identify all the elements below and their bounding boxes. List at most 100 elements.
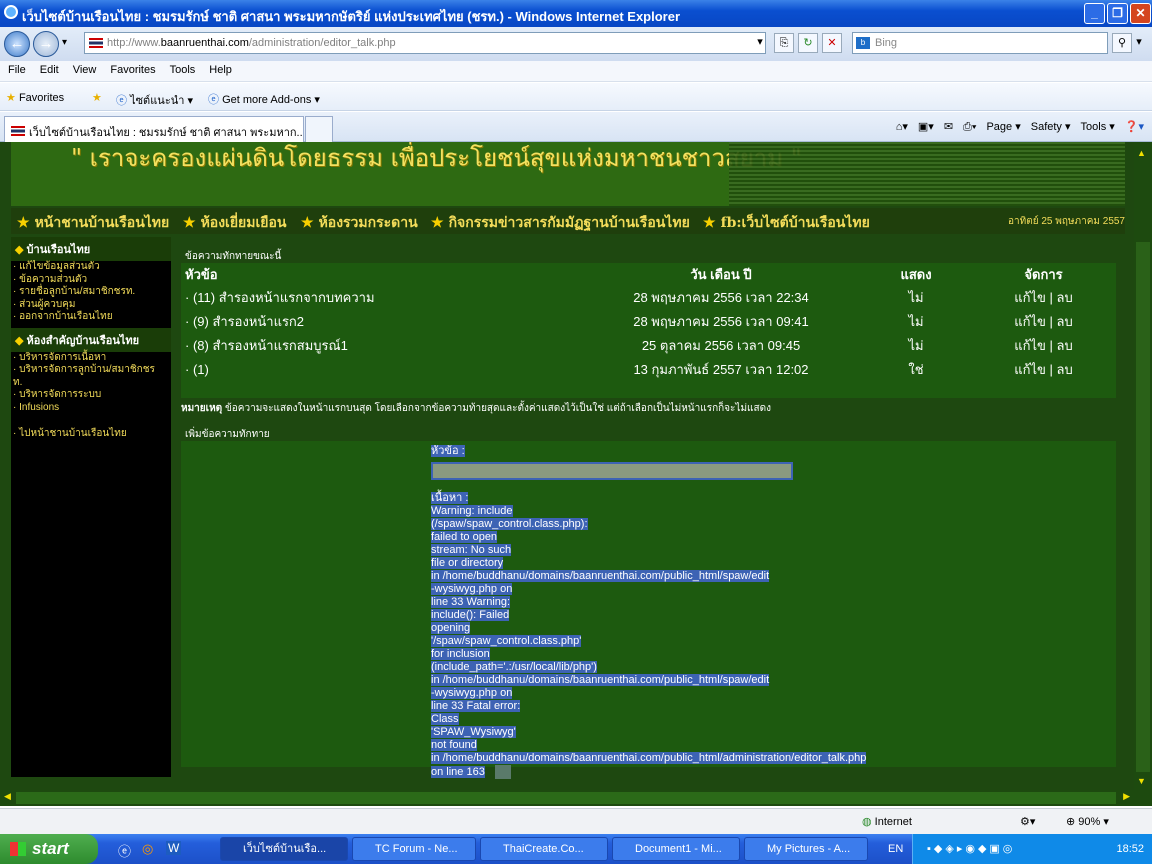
sidebar-link-infusions[interactable]: · Infusions xyxy=(11,402,171,415)
row-edit-delete-links[interactable]: แก้ไข | ลบ xyxy=(971,309,1116,333)
nav-home[interactable]: ★ หน้าชานบ้านเรือนไทย xyxy=(17,212,169,234)
nav-label: หน้าชานบ้านเรือนไทย xyxy=(34,215,170,231)
maximize-button[interactable]: ❐ xyxy=(1107,3,1128,24)
star-icon: ★ xyxy=(183,215,196,231)
url-field[interactable]: http://www.baanruenthai.com/administrati… xyxy=(84,32,766,54)
title-input[interactable] xyxy=(431,462,793,480)
home-icon[interactable]: ⌂▾ xyxy=(896,121,908,133)
sidebar-link-logout[interactable]: · ออกจากบ้านเรือนไทย xyxy=(11,311,171,324)
new-tab-button[interactable] xyxy=(305,116,333,142)
scroll-right-icon[interactable]: ▶ xyxy=(1123,791,1130,802)
sidebar-link-label: แก้ไขข้อมูลส่วนตัว xyxy=(19,261,100,272)
page-menu[interactable]: Page ▾ xyxy=(986,121,1020,133)
submit-image-icon[interactable] xyxy=(494,765,511,779)
row-show: ใช่ xyxy=(908,361,924,377)
horizontal-scrollbar[interactable]: ◀ ▶ xyxy=(0,790,1134,806)
protected-mode-icon[interactable]: ⚙▾ xyxy=(1020,815,1035,828)
site-banner: " เราจะครองแผ่นดินโดยธรรม เพื่อประโยชน์ส… xyxy=(11,142,1125,206)
tools-menu[interactable]: Tools ▾ xyxy=(1081,121,1115,133)
search-input[interactable]: b Bing xyxy=(852,32,1108,54)
quick-launch-firefox-icon[interactable]: ◎ xyxy=(142,841,153,857)
task-my-pictures[interactable]: My Pictures - A... xyxy=(744,837,868,861)
hscroll-thumb[interactable] xyxy=(16,792,1116,804)
table-row: · (8) สำรองหน้าแรกสมบูรณ์1 25 ตุลาคม 255… xyxy=(181,333,1116,357)
row-edit-delete-links[interactable]: แก้ไข | ลบ xyxy=(971,333,1116,357)
safety-menu[interactable]: Safety ▾ xyxy=(1031,121,1071,133)
scroll-down-icon[interactable]: ▼ xyxy=(1137,776,1146,786)
scroll-left-icon[interactable]: ◀ xyxy=(4,791,11,802)
task-document1[interactable]: Document1 - Mi... xyxy=(612,837,740,861)
quick-launch-word-icon[interactable]: W xyxy=(166,841,182,855)
sidebar-link-goto-home[interactable]: · ไปหน้าชานบ้านเรือนไทย xyxy=(11,428,171,441)
menu-favorites[interactable]: Favorites xyxy=(102,61,161,76)
sidebar-link-members[interactable]: · รายชื่อลูกบ้าน/สมาชิกชรท. xyxy=(11,286,171,299)
task-tc-forum[interactable]: TC Forum - Ne... xyxy=(352,837,476,861)
search-options-icon[interactable]: ▾ xyxy=(1132,33,1146,53)
history-dropdown-icon[interactable]: ▾ xyxy=(62,37,67,48)
start-button[interactable]: start xyxy=(0,834,98,864)
language-indicator[interactable]: EN xyxy=(888,843,903,855)
sidebar-link-admin[interactable]: · ส่วนผู้ควบคุม xyxy=(11,299,171,312)
close-button[interactable]: ✕ xyxy=(1130,3,1151,24)
favorites-button[interactable]: ★ Favorites xyxy=(6,91,64,104)
compat-view-icon[interactable]: ⎘ xyxy=(774,33,794,53)
search-button[interactable]: ⚲ xyxy=(1112,33,1132,53)
menu-help[interactable]: Help xyxy=(201,61,238,76)
menu-view[interactable]: View xyxy=(65,61,103,76)
row-date: 28 พฤษภาคม 2556 เวลา 22:34 xyxy=(633,289,809,305)
sidebar-link-content[interactable]: · บริหารจัดการเนื้อหา xyxy=(11,352,171,365)
print-icon[interactable]: ⎙▾ xyxy=(963,121,976,133)
menu-edit[interactable]: Edit xyxy=(32,61,65,76)
row-show: ไม่ xyxy=(908,313,924,329)
refresh-button[interactable]: ↻ xyxy=(798,33,818,53)
globe-icon: ◍ xyxy=(862,816,872,828)
banner-pattern xyxy=(729,142,1125,206)
menu-file[interactable]: File xyxy=(0,61,32,76)
site-flag-icon xyxy=(89,38,103,48)
sidebar-link-messages[interactable]: · ข้อความส่วนตัว xyxy=(11,274,171,287)
sidebar-link-manage-members[interactable]: · บริหารจัดการลูกบ้าน/สมาชิกชร xyxy=(11,364,171,377)
col-manage-header: จัดการ xyxy=(1024,266,1063,282)
fav-item-suggested-sites[interactable]: ⓔ ไซต์แนะนำ ▾ xyxy=(116,91,193,109)
quick-launch-ie-icon[interactable]: ⓔ xyxy=(118,841,131,860)
feeds-icon[interactable]: ▣▾ xyxy=(918,121,934,133)
minimize-button[interactable]: _ xyxy=(1084,3,1105,24)
row-edit-delete-links[interactable]: แก้ไข | ลบ xyxy=(971,285,1116,309)
stop-button[interactable]: ✕ xyxy=(822,33,842,53)
tab-active[interactable]: เว็บไซต์บ้านเรือนไทย : ชมรมรักษ์ ชาติ ศา… xyxy=(4,116,304,142)
error-line: (/spaw/spaw_control.class.php): xyxy=(431,518,588,530)
back-button[interactable]: ← xyxy=(4,31,30,57)
star-icon: ★ xyxy=(703,215,716,231)
error-line: on line 163 xyxy=(431,765,485,778)
forward-button[interactable]: → xyxy=(33,31,59,57)
row-edit-delete-links[interactable]: แก้ไข | ลบ xyxy=(971,357,1116,381)
task-thaicreate[interactable]: ThaiCreate.Co... xyxy=(480,837,608,861)
fav-item-addons[interactable]: ⓔ Get more Add-ons ▾ xyxy=(208,91,320,107)
help-icon[interactable]: ❓▾ xyxy=(1125,121,1144,133)
nav-boards[interactable]: ★ ห้องรวมกระดาน xyxy=(301,212,418,234)
status-bar: ◍ Internet ⚙▾ ⊕ 90% ▾ xyxy=(0,808,1152,834)
menu-tools[interactable]: Tools xyxy=(162,61,202,76)
mail-icon[interactable]: ✉ xyxy=(944,121,953,133)
bing-icon: b xyxy=(856,37,870,49)
fav-item-label: ไซต์แนะนำ ▾ xyxy=(130,95,193,107)
error-line: '/spaw/spaw_control.class.php' xyxy=(431,635,582,647)
nav-activities[interactable]: ★ กิจกรรมข่าวสารกัมมัฏฐานบ้านเรือนไทย xyxy=(431,212,690,234)
ie-window: เว็บไซต์บ้านเรือนไทย : ชมรมรักษ์ ชาติ ศา… xyxy=(0,0,1152,864)
task-ie-baanruenthai[interactable]: เว็บไซต์บ้านเรือ... xyxy=(220,837,348,861)
table-row: · (11) สำรองหน้าแรกจากบทความ 28 พฤษภาคม … xyxy=(181,285,1116,309)
section-current-greetings: ข้อความทักทายขณะนี้ xyxy=(185,251,282,262)
sidebar-link-manage-members-cont[interactable]: ท. xyxy=(11,377,171,390)
tray-icons[interactable]: ▪◆◈▸◉◆▣◎ xyxy=(927,842,1015,855)
sidebar-link-edit-profile[interactable]: · แก้ไขข้อมูลส่วนตัว xyxy=(11,261,171,274)
scroll-up-icon[interactable]: ▲ xyxy=(1137,148,1146,158)
nav-facebook[interactable]: ★ fb:เว็บไซต์บ้านเรือนไทย xyxy=(703,212,870,234)
zoom-control[interactable]: ⊕ 90% ▾ xyxy=(1066,815,1109,828)
row-title: · (1) xyxy=(185,361,209,377)
sidebar-link-system[interactable]: · บริหารจัดการระบบ xyxy=(11,389,171,402)
nav-visit[interactable]: ★ ห้องเยี่ยมเยือน xyxy=(183,212,286,234)
vertical-scrollbar[interactable]: ▲ ▼ xyxy=(1134,142,1152,806)
scroll-thumb[interactable] xyxy=(1136,242,1150,772)
url-dropdown-icon[interactable]: ▾ xyxy=(750,33,770,53)
add-favorites-icon[interactable]: ★ xyxy=(92,91,102,104)
